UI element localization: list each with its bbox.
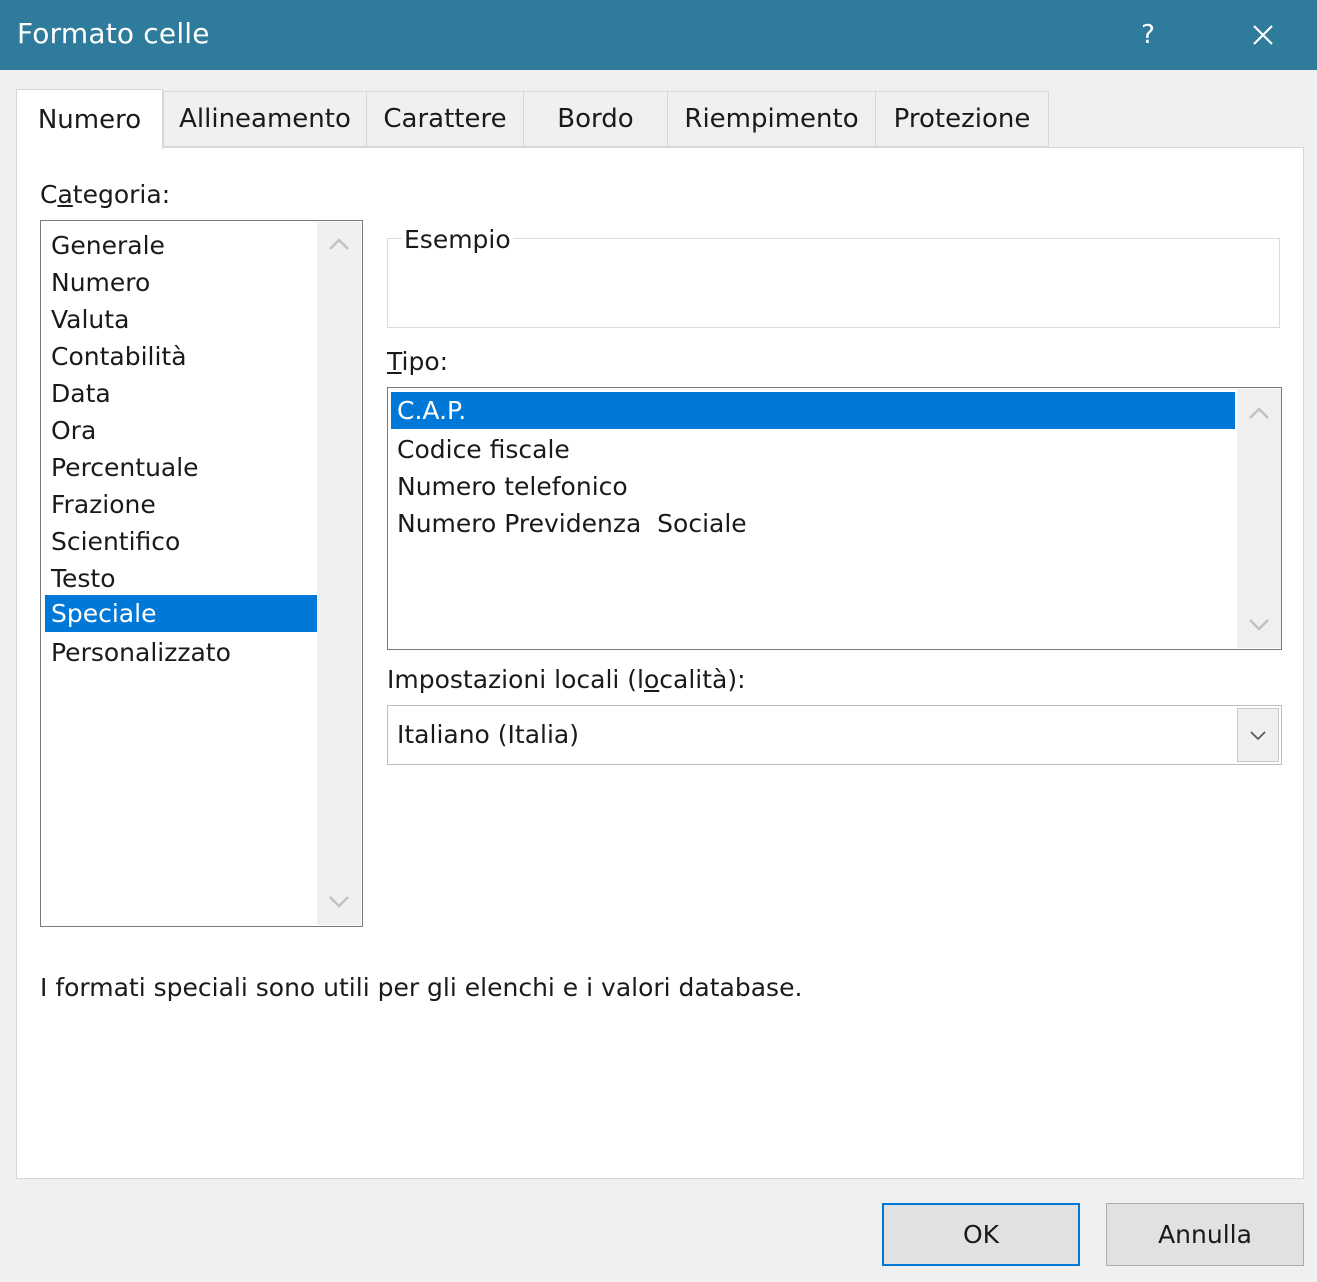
chevron-up-icon [1249,407,1269,419]
example-group: Esempio [387,225,1280,328]
tab-riempimento[interactable]: Riempimento [667,91,876,147]
category-listbox[interactable]: Generale Numero Valuta Contabilità Data … [40,220,363,927]
category-item-valuta[interactable]: Valuta [45,301,317,338]
category-label: Categoria: [40,180,171,209]
category-item-speciale[interactable]: Speciale [45,595,317,632]
type-scrollbar[interactable] [1237,389,1281,648]
category-item-contabilita[interactable]: Contabilità [45,338,317,375]
category-item-personalizzato[interactable]: Personalizzato [45,634,317,671]
category-item-percentuale[interactable]: Percentuale [45,449,317,486]
close-icon [1253,25,1273,45]
locale-label: Impostazioni locali (località): [387,665,746,694]
chevron-down-icon [1249,619,1269,631]
category-item-ora[interactable]: Ora [45,412,317,449]
type-item-numero-previdenza-sociale[interactable]: Numero Previdenza Sociale [391,505,1235,542]
tab-numero[interactable]: Numero [16,89,163,149]
type-scroll-down-arrow[interactable] [1237,605,1281,645]
help-button[interactable]: ? [1120,0,1176,70]
cancel-button[interactable]: Annulla [1106,1203,1304,1266]
close-button[interactable] [1235,0,1291,70]
scroll-down-arrow[interactable] [317,882,361,922]
tab-allineamento[interactable]: Allineamento [163,91,367,147]
type-item-numero-telefonico[interactable]: Numero telefonico [391,468,1235,505]
type-listbox[interactable]: C.A.P. Codice fiscale Numero telefonico … [387,387,1282,650]
category-scrollbar[interactable] [317,222,361,925]
category-item-data[interactable]: Data [45,375,317,412]
locale-value: Italiano (Italia) [397,720,580,749]
chevron-down-icon [1250,731,1266,741]
format-description: I formati speciali sono utili per gli el… [40,973,803,1002]
category-item-scientifico[interactable]: Scientifico [45,523,317,560]
category-item-frazione[interactable]: Frazione [45,486,317,523]
tab-carattere[interactable]: Carattere [366,91,524,147]
scroll-up-arrow[interactable] [317,224,361,264]
example-label: Esempio [402,225,513,254]
type-label: Tipo: [387,347,449,376]
locale-dropdown[interactable]: Italiano (Italia) [387,705,1282,765]
type-item-codice-fiscale[interactable]: Codice fiscale [391,431,1235,468]
ok-button[interactable]: OK [882,1203,1080,1266]
category-item-generale[interactable]: Generale [45,227,317,264]
chevron-up-icon [329,238,349,250]
type-item-cap[interactable]: C.A.P. [391,392,1235,429]
title-bar: Formato celle ? [0,0,1317,70]
category-item-numero[interactable]: Numero [45,264,317,301]
dialog-title: Formato celle [17,17,210,50]
chevron-down-icon [329,896,349,908]
tab-protezione[interactable]: Protezione [875,91,1049,147]
tab-bordo[interactable]: Bordo [523,91,668,147]
category-item-testo[interactable]: Testo [45,560,317,597]
type-scroll-up-arrow[interactable] [1237,393,1281,433]
locale-dropdown-button[interactable] [1237,708,1279,762]
